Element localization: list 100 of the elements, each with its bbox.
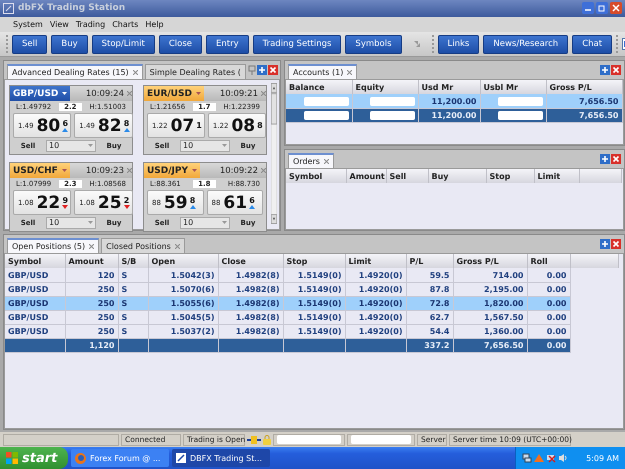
expand-icon[interactable] — [600, 65, 610, 76]
up-arrow-icon — [249, 205, 256, 210]
close-icon[interactable] — [174, 244, 180, 249]
expand-icon[interactable] — [600, 239, 610, 250]
pair-dropdown[interactable]: GBP/USD — [10, 86, 70, 102]
taskbar-button[interactable]: DBFX Trading St... — [172, 449, 270, 467]
pair-dropdown[interactable]: EUR/USD — [144, 86, 204, 102]
quote-time: 10:09:22 — [220, 166, 258, 176]
expand-icon[interactable] — [256, 65, 267, 76]
toolbar-button[interactable]: News/Research — [483, 34, 568, 54]
table-cell: 1.5045(5) — [148, 310, 218, 324]
table-cell: 250 — [65, 282, 118, 296]
table-cell: GBP/USD — [5, 282, 65, 296]
minimize-icon[interactable] — [582, 2, 594, 14]
table-cell: 1.4982(8) — [218, 296, 283, 310]
column-header[interactable]: Symbol — [286, 169, 346, 184]
table-cell: 7,656.50 — [453, 338, 527, 352]
amount-field[interactable]: 10 — [180, 216, 230, 229]
table-cell: 87.8 — [406, 282, 453, 296]
toolbar-button[interactable]: Buy — [51, 34, 88, 54]
table-cell: 1.5149(0) — [283, 268, 345, 282]
column-header[interactable]: Open — [148, 254, 218, 268]
close-icon[interactable] — [610, 154, 620, 164]
down-arrow-icon — [62, 205, 68, 210]
column-header[interactable]: Buy — [428, 169, 486, 184]
amount-field[interactable]: 10 — [46, 140, 96, 152]
table-cell: GBP/USD — [5, 296, 65, 310]
column-header[interactable]: Amount — [346, 169, 386, 184]
app-icon — [3, 2, 14, 14]
toolbar-button[interactable]: Links — [438, 34, 480, 54]
toolbar-button[interactable]: Entry — [206, 34, 249, 54]
column-header[interactable]: Stop — [486, 169, 534, 184]
close-icon[interactable] — [324, 159, 329, 164]
scrollbar[interactable] — [271, 83, 277, 224]
toolbar-button[interactable]: Symbols — [345, 34, 402, 54]
menu-item[interactable]: Trading — [76, 20, 106, 29]
overflow-icon[interactable] — [414, 41, 420, 48]
table-cell: 1.5055(6) — [148, 296, 218, 310]
close-icon[interactable] — [268, 65, 278, 76]
column-header[interactable]: S/B — [118, 254, 148, 268]
toolbar-button[interactable]: Trading Settings — [252, 34, 342, 54]
table-cell: 0.00 — [527, 324, 570, 338]
close-icon[interactable] — [610, 2, 622, 14]
expand-icon[interactable] — [600, 154, 610, 164]
network-icon[interactable] — [522, 453, 532, 463]
down-arrow-icon — [124, 205, 130, 210]
table-cell: 1.4982(8) — [218, 310, 283, 324]
amount-field[interactable]: 10 — [46, 216, 96, 229]
toolbar-button[interactable]: Close — [158, 34, 202, 54]
redaction-mark — [498, 110, 542, 120]
network-error-icon[interactable] — [546, 453, 556, 463]
column-header[interactable]: Sell — [386, 169, 428, 184]
close-icon[interactable] — [89, 244, 94, 250]
quote-time: 10:09:21 — [220, 88, 258, 99]
redaction-mark — [498, 96, 542, 106]
column-header[interactable]: Gross P/L — [546, 80, 622, 94]
column-header[interactable]: Equity — [352, 80, 418, 94]
close-icon[interactable] — [610, 239, 620, 250]
column-header[interactable]: Limit — [534, 169, 579, 184]
table-cell: 0.00 — [527, 310, 570, 324]
table-cell: GBP/USD — [5, 268, 65, 282]
table-cell: 1.4920(0) — [345, 310, 406, 324]
lock-icon — [263, 434, 271, 445]
close-icon[interactable] — [610, 65, 620, 76]
menu-item[interactable]: Help — [145, 20, 164, 29]
column-header[interactable]: P/L — [406, 254, 453, 268]
table-cell: 1.5149(0) — [283, 310, 345, 324]
menu-item[interactable]: View — [50, 20, 69, 29]
column-header[interactable]: Symbol — [5, 254, 65, 268]
restore-icon[interactable] — [596, 2, 608, 14]
column-header[interactable]: Stop — [283, 254, 345, 268]
menu-item[interactable]: System — [13, 20, 43, 29]
column-header[interactable]: Close — [218, 254, 283, 268]
close-icon[interactable] — [347, 70, 352, 76]
pane-tab[interactable]: Orders — [288, 153, 334, 168]
column-header[interactable]: Amount — [65, 254, 118, 268]
column-header[interactable]: Roll — [527, 254, 570, 268]
pin-icon[interactable] — [248, 65, 256, 76]
column-header[interactable]: Balance — [286, 80, 352, 94]
toolbar-button[interactable]: Chat — [572, 34, 612, 54]
column-header[interactable]: Limit — [345, 254, 406, 268]
pair-dropdown[interactable]: USD/CHF — [10, 163, 70, 178]
pane-tab[interactable]: Closed Positions — [101, 238, 185, 254]
pane-tab[interactable]: Accounts (1) — [288, 64, 358, 80]
amount-field[interactable]: 10 — [180, 140, 230, 152]
table-cell: 1.4982(8) — [218, 324, 283, 338]
close-icon[interactable] — [132, 70, 138, 76]
column-header[interactable]: Usd Mr — [418, 80, 480, 94]
pair-dropdown[interactable]: USD/JPY — [144, 163, 200, 178]
menu-item[interactable]: Charts — [112, 20, 138, 29]
speaker-icon[interactable] — [558, 453, 568, 463]
toolbar-button[interactable]: Stop/Limit — [92, 34, 155, 54]
column-header[interactable]: Gross P/L — [453, 254, 527, 268]
pane-tab[interactable]: Advanced Dealing Rates (15) — [7, 64, 143, 80]
pane-tab[interactable]: Simple Dealing Rates ( — [144, 64, 246, 80]
column-header[interactable]: Usbl Mr — [480, 80, 546, 94]
toolbar-button[interactable]: Sell — [12, 34, 48, 54]
quote-time: 10:09:24 — [86, 88, 124, 99]
pane-tab[interactable]: Open Positions (5) — [7, 238, 100, 254]
taskbar-button[interactable]: Forex Forum @ ... — [71, 449, 169, 467]
